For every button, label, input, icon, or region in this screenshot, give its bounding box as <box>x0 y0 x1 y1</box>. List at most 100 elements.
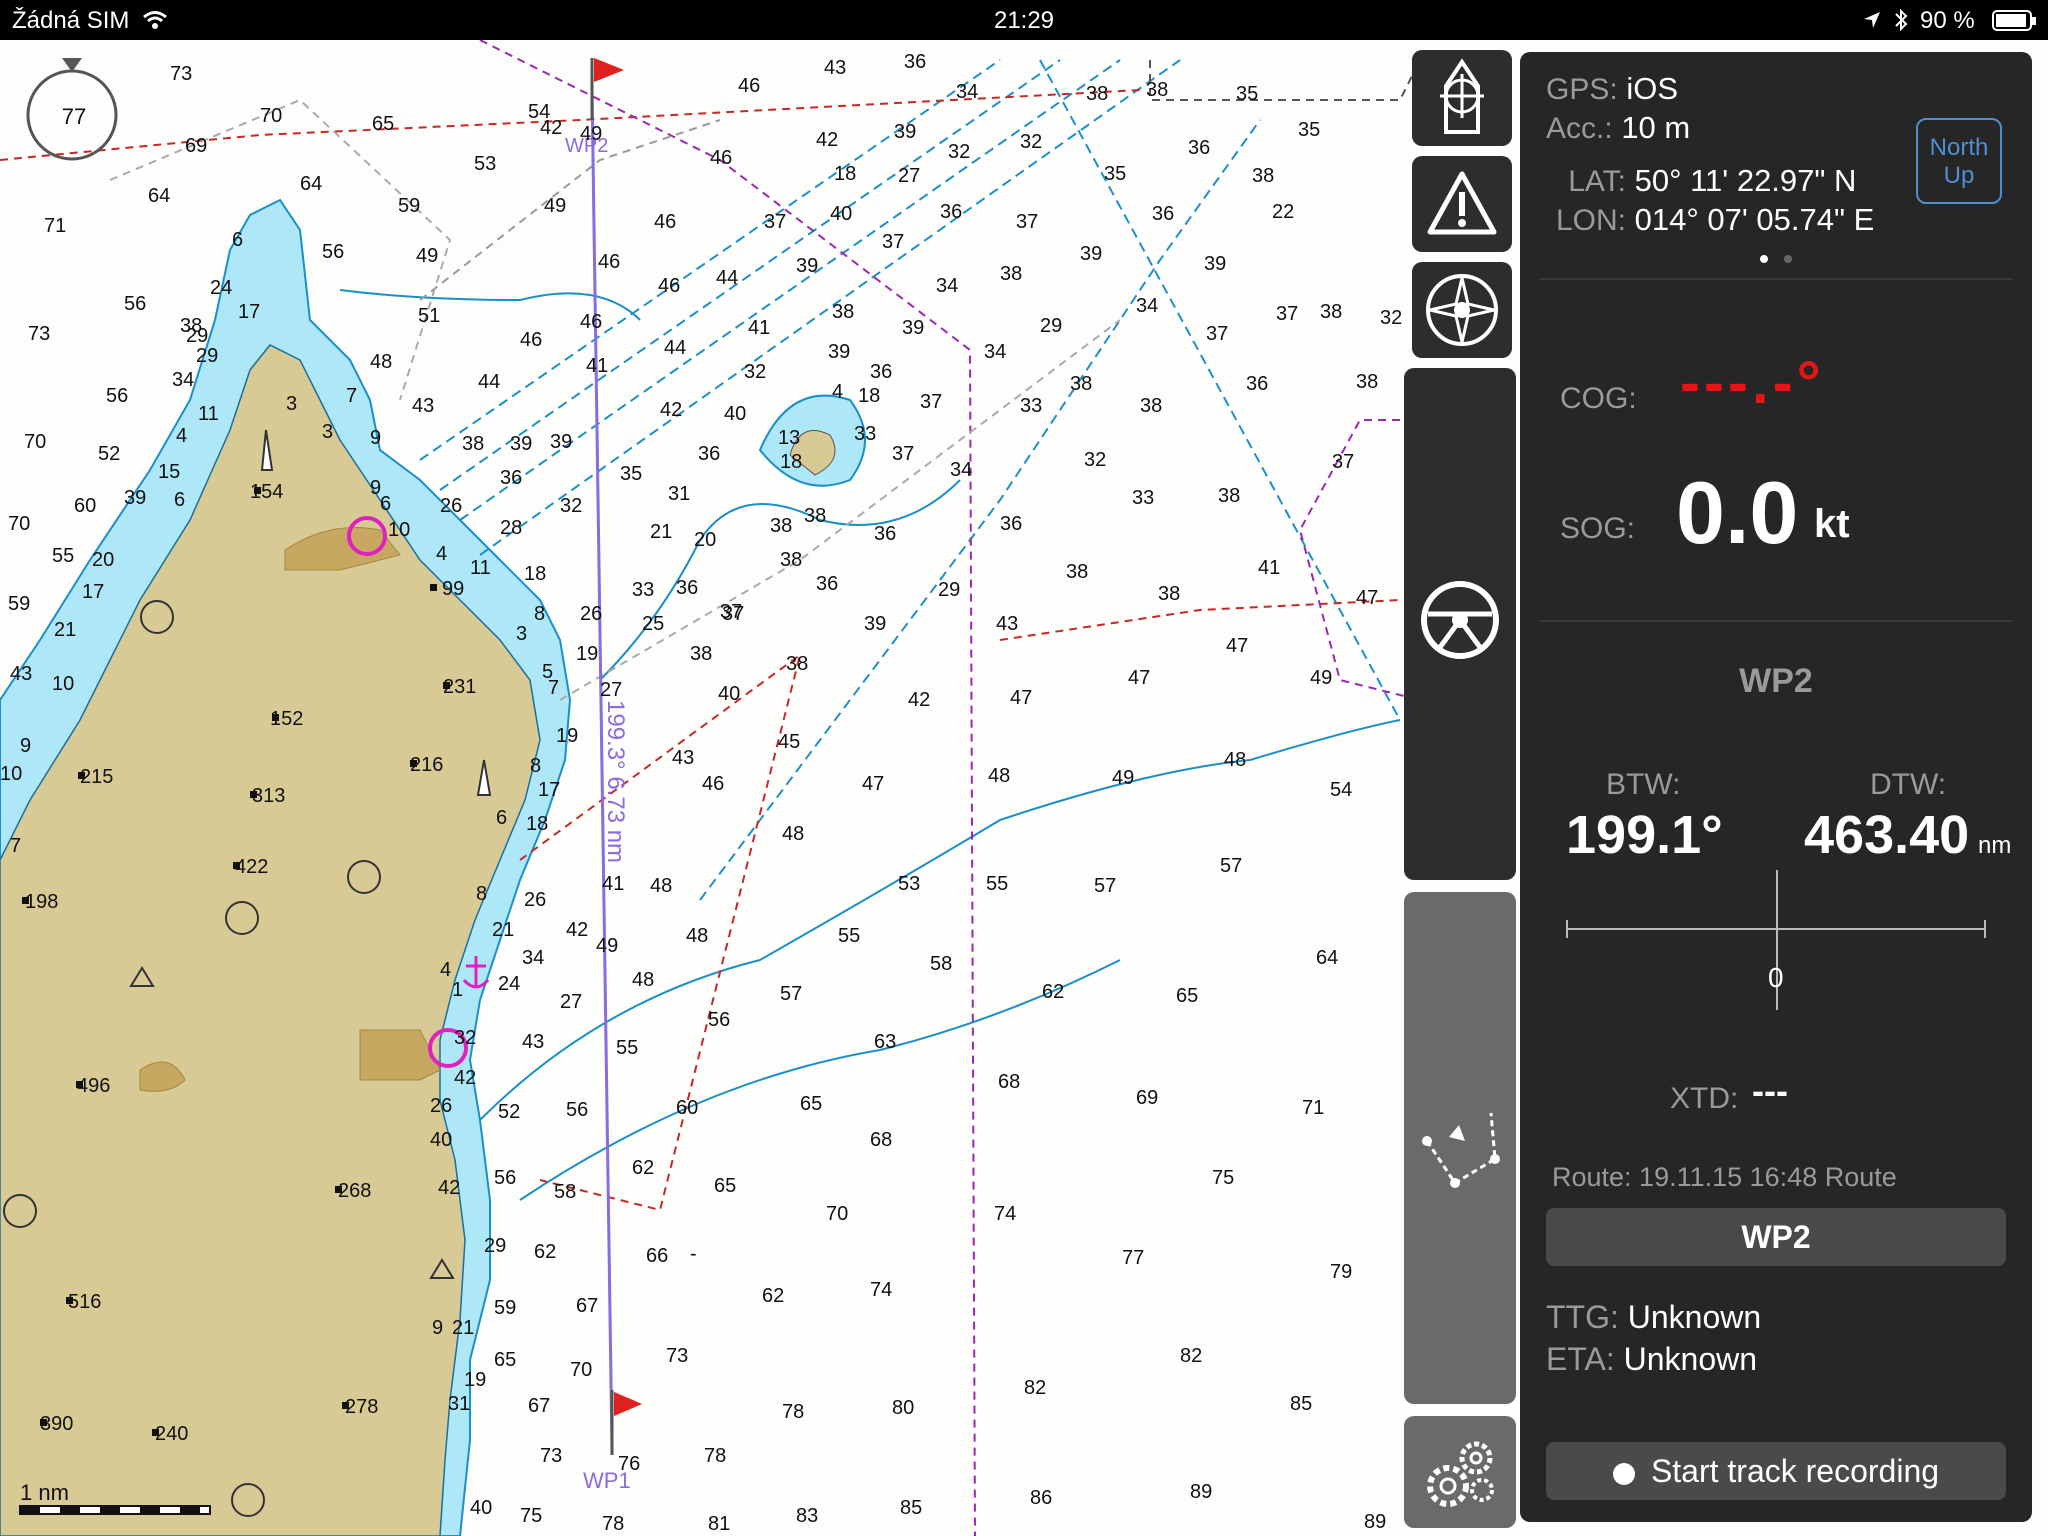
svg-text:46: 46 <box>702 773 724 795</box>
svg-text:74: 74 <box>994 1203 1016 1225</box>
svg-text:39: 39 <box>1204 253 1226 275</box>
svg-text:17: 17 <box>238 301 260 323</box>
svg-text:59: 59 <box>494 1297 516 1319</box>
svg-text:32: 32 <box>1084 449 1106 471</box>
svg-text:78: 78 <box>602 1513 624 1535</box>
spot-height: 268 <box>338 1180 371 1202</box>
svg-text:37: 37 <box>920 391 942 413</box>
steering-wheel-icon <box>1421 581 1499 659</box>
sog-label: SOG: <box>1560 512 1636 545</box>
svg-text:49: 49 <box>416 245 438 267</box>
svg-text:46: 46 <box>580 311 602 333</box>
svg-text:38: 38 <box>780 549 802 571</box>
svg-text:39: 39 <box>864 613 886 635</box>
svg-text:46: 46 <box>598 251 620 273</box>
svg-text:62: 62 <box>534 1241 556 1263</box>
svg-text:18: 18 <box>526 813 548 835</box>
spot-height: 99 <box>442 578 464 600</box>
svg-text:29: 29 <box>196 345 218 367</box>
svg-text:38: 38 <box>1320 301 1342 323</box>
svg-text:43: 43 <box>672 747 694 769</box>
svg-text:24: 24 <box>210 277 232 299</box>
battery-icon <box>1992 10 2036 31</box>
svg-text:46: 46 <box>710 147 732 169</box>
route-plan-icon <box>1422 1112 1500 1188</box>
settings-button[interactable] <box>1404 1416 1516 1528</box>
svg-text:35: 35 <box>1236 83 1258 105</box>
compass-rose-icon <box>1426 274 1498 346</box>
svg-text:42: 42 <box>908 689 930 711</box>
svg-text:3: 3 <box>516 623 527 645</box>
svg-text:58: 58 <box>930 953 952 975</box>
svg-text:47: 47 <box>1356 587 1378 609</box>
svg-text:55: 55 <box>616 1037 638 1059</box>
svg-text:3: 3 <box>286 393 297 415</box>
dashboard-panel: GPS: iOS Acc.: 10 m North Up LAT: 50° 11… <box>1520 52 2032 1522</box>
svg-text:36: 36 <box>904 51 926 73</box>
svg-text:35: 35 <box>620 463 642 485</box>
lat-value: 50° 11' 22.97" N <box>1634 163 1857 198</box>
svg-text:77: 77 <box>1122 1247 1144 1269</box>
svg-text:10: 10 <box>52 673 74 695</box>
svg-text:37: 37 <box>892 443 914 465</box>
svg-text:68: 68 <box>870 1129 892 1151</box>
svg-text:36: 36 <box>940 201 962 223</box>
svg-text:7: 7 <box>346 385 357 407</box>
start-track-recording-button[interactable]: Start track recording <box>1546 1442 2006 1500</box>
svg-text:51: 51 <box>418 305 440 327</box>
page-dots[interactable] <box>1760 250 1793 268</box>
svg-text:4: 4 <box>440 959 451 981</box>
svg-text:38: 38 <box>1158 583 1180 605</box>
svg-text:6: 6 <box>380 493 391 515</box>
route-planning-button[interactable] <box>1404 892 1516 1404</box>
svg-text:56: 56 <box>494 1167 516 1189</box>
dtw-value: 463.40 <box>1804 805 1970 865</box>
accuracy-value: 10 m <box>1621 110 1691 145</box>
svg-text:57: 57 <box>1094 875 1116 897</box>
svg-text:52: 52 <box>98 443 120 465</box>
svg-text:48: 48 <box>370 351 392 373</box>
svg-text:27: 27 <box>600 679 622 701</box>
svg-text:41: 41 <box>602 873 624 895</box>
svg-text:29: 29 <box>186 325 208 347</box>
waypoint-button[interactable]: WP2 <box>1546 1208 2006 1266</box>
svg-text:44: 44 <box>664 337 686 359</box>
svg-text:44: 44 <box>478 371 500 393</box>
svg-text:18: 18 <box>524 563 546 585</box>
svg-text:65: 65 <box>800 1093 822 1115</box>
svg-text:6: 6 <box>232 229 243 251</box>
autopilot-button[interactable] <box>1404 368 1516 880</box>
xte-scale-tick <box>1566 920 1568 938</box>
compass-button[interactable] <box>1412 262 1512 358</box>
svg-text:9: 9 <box>432 1317 443 1339</box>
svg-text:37: 37 <box>1332 451 1354 473</box>
north-up-button[interactable]: North Up <box>1916 118 2002 204</box>
svg-text:71: 71 <box>1302 1097 1324 1119</box>
svg-text:85: 85 <box>900 1497 922 1519</box>
svg-text:21: 21 <box>54 619 76 641</box>
svg-text:43: 43 <box>824 57 846 79</box>
svg-text:8: 8 <box>530 755 541 777</box>
svg-text:46: 46 <box>738 75 760 97</box>
svg-text:36: 36 <box>1000 513 1022 535</box>
dtw-label: DTW: <box>1870 768 1947 801</box>
svg-text:33: 33 <box>1020 395 1042 417</box>
svg-text:33: 33 <box>632 579 654 601</box>
warnings-button[interactable] <box>1412 156 1512 252</box>
svg-text:36: 36 <box>816 573 838 595</box>
svg-text:7: 7 <box>548 677 559 699</box>
svg-text:53: 53 <box>474 153 496 175</box>
center-boat-button[interactable] <box>1412 50 1512 146</box>
svg-text:34: 34 <box>950 459 972 481</box>
gps-block: GPS: iOS Acc.: 10 m <box>1546 70 1690 148</box>
svg-text:34: 34 <box>1136 295 1158 317</box>
svg-text:4: 4 <box>176 425 187 447</box>
svg-text:59: 59 <box>8 593 30 615</box>
divider <box>1540 278 2012 280</box>
svg-text:75: 75 <box>1212 1167 1234 1189</box>
spot-height: 313 <box>252 785 285 807</box>
svg-text:48: 48 <box>650 875 672 897</box>
gps-label: GPS: <box>1546 73 1618 106</box>
svg-text:55: 55 <box>838 925 860 947</box>
svg-text:49: 49 <box>596 935 618 957</box>
